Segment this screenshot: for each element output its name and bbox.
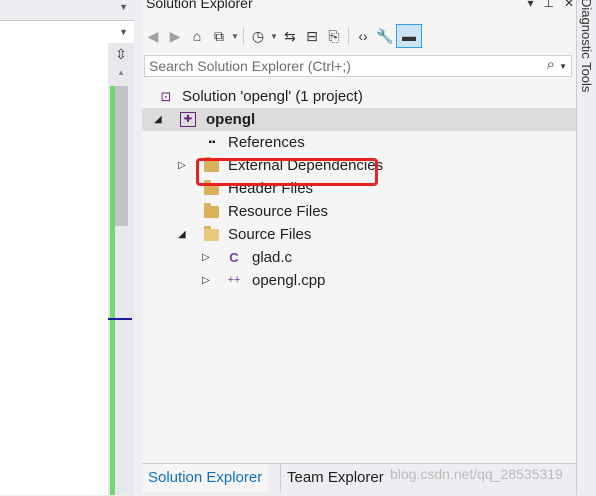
scroll-up-icon[interactable]: ▲ — [108, 68, 134, 82]
tree-item-opengl-cpp[interactable]: ▷ ++ opengl.cpp — [142, 269, 576, 292]
toolbar-separator — [348, 27, 349, 45]
tree-item-label: Solution 'opengl' (1 project) — [182, 88, 363, 105]
editor-top-bar: ▼ — [0, 0, 134, 18]
tab-team-explorer[interactable]: Team Explorer — [280, 464, 390, 492]
panel-dropdown-icon[interactable]: ▾ — [527, 0, 533, 10]
switch-views-dropdown-icon[interactable]: ▼ — [230, 25, 240, 47]
references-icon: ▪▪ — [208, 137, 216, 148]
tree-item-resource-files[interactable]: Resource Files — [142, 200, 576, 223]
pin-icon[interactable]: ⊥ — [543, 0, 553, 10]
pending-changes-filter-icon[interactable]: ◷ — [247, 25, 269, 47]
tree-item-project[interactable]: ◢ ✚ opengl — [142, 108, 576, 131]
panel-title: Solution Explorer — [146, 0, 253, 11]
diagnostic-tools-strip[interactable]: Diagnostic Tools — [576, 0, 596, 495]
split-window-icon[interactable]: ⇳ — [108, 45, 134, 63]
cpp-file-icon: ++ — [227, 274, 241, 286]
tree-item-label: Source Files — [228, 226, 312, 243]
collapse-icon[interactable]: ◢ — [154, 108, 162, 131]
editor-text-area[interactable] — [0, 43, 108, 495]
explorer-toolbar: ◀ ▶ ⌂ ⧉ ▼ ◷ ▼ ⇆ ⊟ ⎘ ‹› 🔧 ▬ — [142, 22, 576, 50]
expand-icon[interactable]: ▷ — [202, 269, 210, 292]
tree-item-glad-c[interactable]: ▷ C glad.c — [142, 246, 576, 269]
collapse-icon[interactable]: ◢ — [178, 223, 186, 246]
forward-icon[interactable]: ▶ — [164, 25, 186, 47]
c-file-icon: C — [229, 250, 239, 265]
tree-item-label: Resource Files — [228, 203, 329, 220]
properties-icon[interactable]: 🔧 — [374, 25, 396, 47]
folder-icon — [204, 203, 220, 219]
solution-explorer-panel: Solution Explorer ▾ ⊥ ✕ ◀ ▶ ⌂ ⧉ ▼ ◷ ▼ ⇆ … — [142, 0, 576, 496]
expand-icon[interactable]: ▷ — [202, 246, 210, 269]
open-folder-icon — [204, 226, 220, 242]
tree-item-label: References — [228, 134, 305, 151]
tree-item-solution[interactable]: ⊡ Solution 'opengl' (1 project) — [142, 85, 576, 108]
navigation-dropdown-icon[interactable]: ▼ — [119, 27, 128, 37]
view-code-icon[interactable]: ‹› — [352, 25, 374, 47]
switch-views-icon[interactable]: ⧉ — [208, 25, 230, 47]
tree-item-label: opengl.cpp — [252, 272, 326, 289]
collapse-all-icon[interactable]: ⊟ — [301, 25, 323, 47]
diagnostic-tools-label[interactable]: Diagnostic Tools — [579, 0, 594, 92]
editor-navigation-bar[interactable]: ▼ — [0, 20, 134, 44]
tab-solution-explorer[interactable]: Solution Explorer — [142, 464, 269, 492]
search-options-dropdown-icon[interactable]: ▼ — [559, 62, 567, 71]
close-icon[interactable]: ✕ — [564, 0, 574, 10]
solution-icon: ⊡ — [160, 89, 172, 104]
panel-title-bar: Solution Explorer ▾ ⊥ ✕ — [142, 0, 576, 16]
tree-item-label: glad.c — [252, 249, 293, 266]
expand-icon[interactable]: ▷ — [178, 154, 186, 177]
scrollbar-thumb[interactable] — [115, 86, 128, 226]
toolbar-separator — [243, 27, 244, 45]
panel-splitter[interactable] — [134, 0, 142, 495]
search-input[interactable] — [145, 56, 533, 76]
cpp-project-icon: ✚ — [180, 112, 196, 127]
caret-position-marker — [108, 318, 132, 320]
preview-selected-icon[interactable]: ▬ — [396, 24, 422, 48]
search-box[interactable]: ⌕ ▼ — [144, 55, 572, 77]
editor-tab-dropdown-icon[interactable]: ▼ — [119, 2, 128, 12]
search-icon[interactable]: ⌕ — [547, 56, 555, 73]
home-icon[interactable]: ⌂ — [186, 25, 208, 47]
tree-item-label: opengl — [206, 111, 256, 128]
sync-icon[interactable]: ⇆ — [279, 25, 301, 47]
annotation-highlight-box — [196, 158, 378, 186]
watermark: blog.csdn.net/qq_28535319 — [390, 466, 563, 482]
back-icon[interactable]: ◀ — [142, 25, 164, 47]
tree-item-source-files[interactable]: ◢ Source Files — [142, 223, 576, 246]
tree-item-references[interactable]: ▪▪ References — [142, 131, 576, 154]
show-all-files-icon[interactable]: ⎘ — [323, 25, 345, 47]
filter-dropdown-icon[interactable]: ▼ — [269, 25, 279, 47]
